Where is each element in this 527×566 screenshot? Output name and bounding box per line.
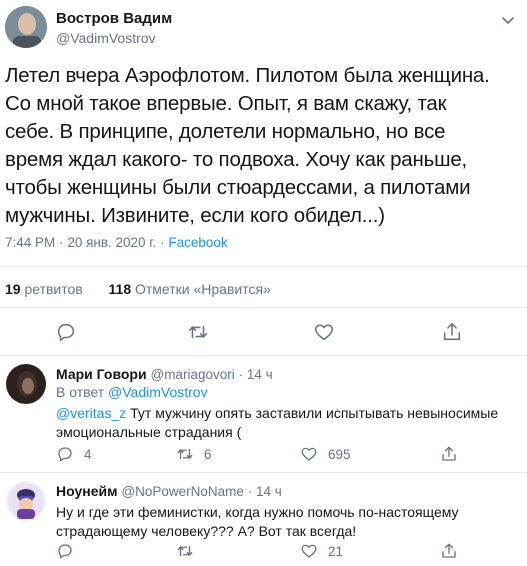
reply-author-name[interactable]: Мари Говори <box>56 366 147 382</box>
share-icon <box>442 543 456 558</box>
tweet-actions <box>0 321 527 343</box>
reply-author-handle[interactable]: @mariagovori <box>150 367 234 382</box>
reply-icon[interactable] <box>55 321 77 343</box>
likes-label: Отметки «Нравится» <box>135 281 271 297</box>
retweet-icon[interactable] <box>187 321 209 343</box>
reply-like-button[interactable]: 21 <box>300 542 343 560</box>
reply-avatar[interactable] <box>6 364 46 404</box>
author-handle[interactable]: @VadimVostrov <box>56 30 156 46</box>
like-count: 695 <box>328 446 351 462</box>
reply-text: @veritas_z Тут мужчину опять заставили и… <box>56 404 506 442</box>
likes-stat[interactable]: 118 Отметки «Нравится» <box>109 281 271 297</box>
meta-dot: · <box>59 235 64 250</box>
reply-reply-button[interactable]: 4 <box>56 445 92 463</box>
reply-avatar[interactable] <box>6 481 46 521</box>
divider <box>0 307 527 308</box>
reply-reply-button[interactable] <box>56 542 74 560</box>
retweet-icon <box>177 545 193 557</box>
reply-share-button[interactable] <box>440 445 458 463</box>
like-count: 21 <box>328 543 344 559</box>
tweet-date[interactable]: 20 янв. 2020 г. <box>67 235 156 250</box>
divider <box>0 355 527 356</box>
reply-text: Ну и где эти феминистки, когда нужно пом… <box>56 504 459 539</box>
like-icon <box>301 544 317 558</box>
divider <box>0 472 527 473</box>
retweets-stat[interactable]: 19 ретвитов <box>5 281 83 297</box>
reply-mention[interactable]: @veritas_z <box>56 405 126 421</box>
in-reply-label: В ответ <box>56 384 105 400</box>
like-icon[interactable] <box>313 321 335 343</box>
reply-actions: 21 <box>56 542 456 560</box>
author-avatar[interactable] <box>5 6 47 48</box>
in-reply-mention[interactable]: @VadimVostrov <box>108 384 208 400</box>
divider <box>0 266 527 267</box>
reply-retweet-button[interactable] <box>176 542 194 560</box>
reply-actions: 4 6 695 <box>56 445 456 463</box>
reply-icon <box>58 447 72 462</box>
retweets-count: 19 <box>5 281 21 297</box>
reply-retweet-button[interactable]: 6 <box>176 445 212 463</box>
reply-share-button[interactable] <box>440 542 458 560</box>
share-icon <box>442 446 456 461</box>
reply-count: 4 <box>84 446 92 462</box>
in-reply-to: В ответ @VadimVostrov <box>56 384 208 400</box>
tweet-meta: 7:44 PM · 20 янв. 2020 г. · Facebook <box>5 235 228 250</box>
reply-time[interactable]: · 14 ч <box>248 484 282 499</box>
tweet-source[interactable]: Facebook <box>168 235 227 250</box>
reply-icon <box>58 544 72 559</box>
reply-header: Ноунейм @NoPowerNoName · 14 ч <box>56 483 282 499</box>
like-icon <box>301 447 317 461</box>
tweet-stats: 19 ретвитов 118 Отметки «Нравится» <box>5 281 271 297</box>
reply-author-name[interactable]: Ноунейм <box>56 483 117 499</box>
meta-dot: · <box>160 235 165 250</box>
share-icon[interactable] <box>441 321 463 343</box>
retweet-icon <box>177 448 193 460</box>
retweet-count: 6 <box>204 446 212 462</box>
tweet-time[interactable]: 7:44 PM <box>5 235 55 250</box>
tweet-text: Летел вчера Аэрофлотом. Пилотом была жен… <box>5 64 490 227</box>
reply-like-button[interactable]: 695 <box>300 445 351 463</box>
reply-time[interactable]: · 14 ч <box>239 367 273 382</box>
author-name[interactable]: Востров Вадим <box>56 10 172 27</box>
reply-header: Мари Говори @mariagovori · 14 ч <box>56 366 273 382</box>
likes-count: 118 <box>108 281 132 297</box>
reply-author-handle[interactable]: @NoPowerNoName <box>121 484 244 499</box>
chevron-down-icon[interactable] <box>500 12 516 28</box>
retweets-label: ретвитов <box>24 281 83 297</box>
